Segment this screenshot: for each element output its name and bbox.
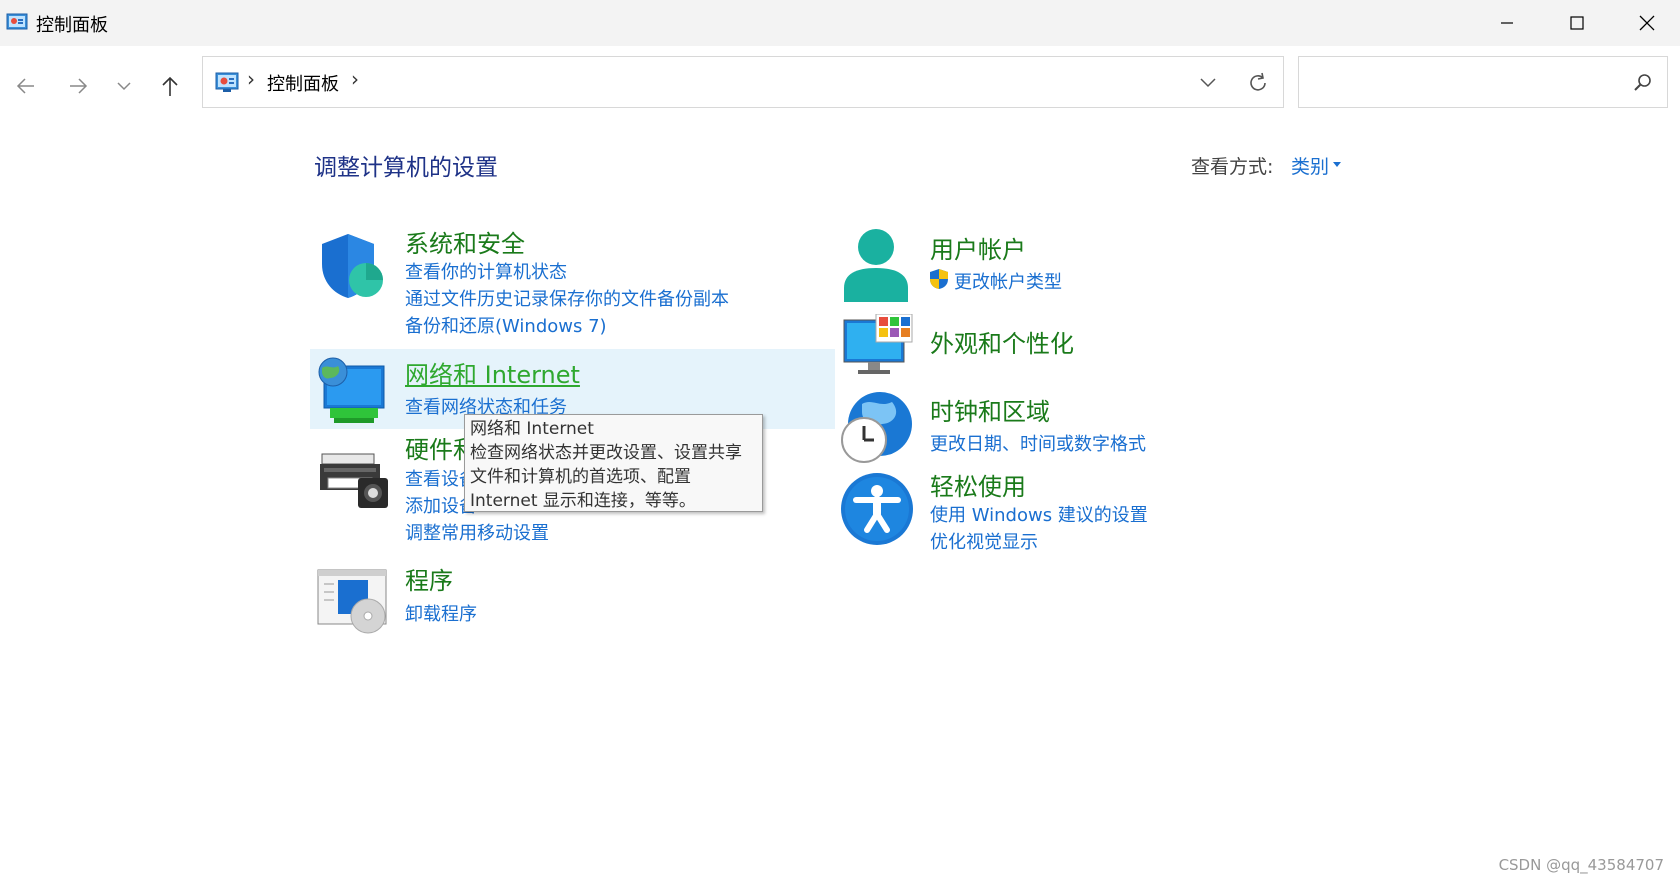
minimize-button[interactable] — [1472, 0, 1542, 46]
shield-icon[interactable] — [318, 232, 386, 300]
window-title: 控制面板 — [36, 15, 108, 36]
search-box[interactable] — [1298, 56, 1668, 108]
page-title: 调整计算机的设置 — [314, 155, 498, 181]
uac-shield-icon — [930, 269, 948, 289]
address-history-button[interactable] — [1193, 69, 1223, 97]
link-windows-suggested-settings[interactable]: 使用 Windows 建议的设置 — [930, 501, 1148, 527]
recent-locations-button[interactable] — [104, 66, 144, 106]
breadcrumb-separator[interactable]: › — [247, 67, 255, 91]
close-button[interactable] — [1612, 0, 1680, 46]
arrow-up-icon — [162, 76, 178, 96]
maximize-button[interactable] — [1542, 0, 1612, 46]
category-user-accounts[interactable]: 用户帐户 — [930, 230, 1026, 265]
watermark: CSDN @qq_43584707 — [1498, 856, 1664, 874]
clock-globe-icon[interactable] — [840, 390, 914, 464]
link-change-account-type[interactable]: 更改帐户类型 — [954, 268, 1062, 294]
refresh-button[interactable] — [1243, 69, 1273, 97]
search-icon[interactable] — [1633, 73, 1653, 93]
breadcrumb-control-panel[interactable]: 控制面板 — [267, 70, 339, 96]
user-account-icon[interactable] — [842, 228, 910, 302]
back-button[interactable] — [6, 66, 46, 106]
network-icon[interactable] — [316, 356, 388, 426]
forward-button[interactable] — [58, 66, 98, 106]
chevron-down-icon — [117, 82, 131, 91]
breadcrumb-separator[interactable]: › — [351, 67, 359, 91]
link-backup-restore[interactable]: 备份和还原(Windows 7) — [405, 312, 607, 338]
tooltip-line: 检查网络状态并更改设置、设置共享 — [470, 443, 742, 463]
category-clock-region[interactable]: 时钟和区域 — [930, 392, 1050, 427]
category-ease-of-access[interactable]: 轻松使用 — [930, 467, 1026, 502]
appearance-icon[interactable] — [842, 314, 914, 376]
link-uninstall-program[interactable]: 卸载程序 — [405, 600, 477, 626]
link-view-computer-status[interactable]: 查看你的计算机状态 — [405, 258, 567, 284]
tooltip-line: 文件和计算机的首选项、配置 — [470, 467, 691, 487]
chevron-down-icon — [1200, 78, 1216, 88]
tooltip: 网络和 Internet 检查网络状态并更改设置、设置共享 文件和计算机的首选项… — [464, 414, 763, 512]
category-programs[interactable]: 程序 — [405, 561, 453, 596]
refresh-icon — [1250, 72, 1266, 91]
link-change-date-time-format[interactable]: 更改日期、时间或数字格式 — [930, 430, 1146, 456]
up-button[interactable] — [150, 66, 190, 106]
view-by-label: 查看方式: — [1191, 156, 1274, 178]
arrow-left-icon — [16, 78, 34, 94]
address-bar[interactable]: › 控制面板 › — [202, 56, 1284, 108]
close-icon — [1639, 15, 1655, 31]
caret-down-icon[interactable] — [1333, 162, 1341, 167]
minimize-icon — [1501, 22, 1513, 24]
category-appearance[interactable]: 外观和个性化 — [930, 324, 1074, 359]
link-mobility-settings[interactable]: 调整常用移动设置 — [405, 519, 549, 545]
maximize-icon — [1570, 16, 1584, 30]
printer-icon[interactable] — [318, 448, 390, 510]
control-panel-icon — [215, 72, 239, 92]
category-system-security[interactable]: 系统和安全 — [405, 224, 525, 259]
view-by-dropdown[interactable]: 类别 — [1291, 152, 1329, 179]
link-optimize-visual-display[interactable]: 优化视觉显示 — [930, 528, 1038, 554]
tooltip-line: 网络和 Internet — [470, 419, 594, 439]
title-bar: 控制面板 — [0, 0, 1680, 46]
programs-icon[interactable] — [316, 568, 390, 634]
arrow-right-icon — [70, 78, 88, 94]
link-file-history-backup[interactable]: 通过文件历史记录保存你的文件备份副本 — [405, 285, 729, 311]
category-network-internet[interactable]: 网络和 Internet — [405, 355, 580, 390]
control-panel-icon — [6, 13, 28, 30]
navigation-bar: › 控制面板 › — [0, 46, 1680, 118]
accessibility-icon[interactable] — [840, 472, 914, 546]
tooltip-line: Internet 显示和连接，等等。 — [470, 491, 696, 511]
